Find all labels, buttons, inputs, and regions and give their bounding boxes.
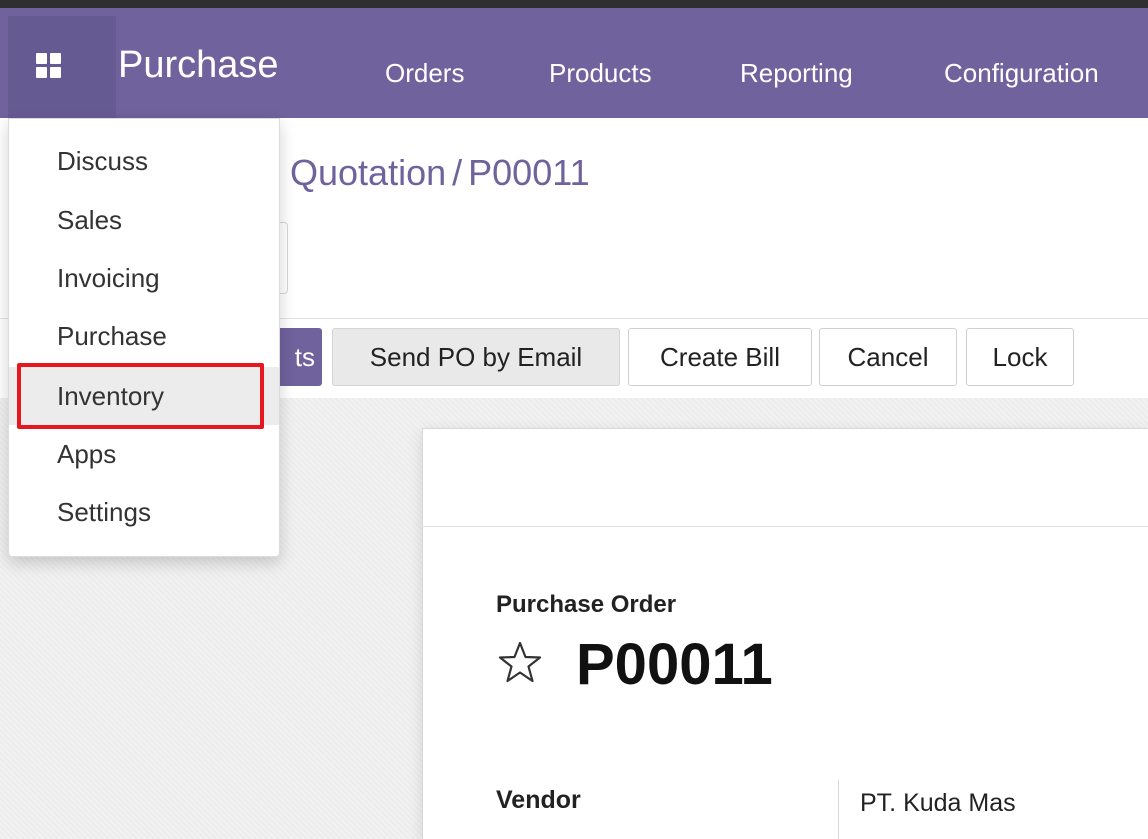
create-bill-label: Create Bill: [660, 341, 780, 372]
grid-icon: [36, 53, 61, 78]
inventory-highlight-annotation: [17, 363, 264, 429]
vendor-divider: [838, 780, 839, 839]
app-item-settings[interactable]: Settings: [9, 483, 279, 541]
app-item-discuss[interactable]: Discuss: [9, 132, 279, 190]
top-navbar: Purchase Orders Products Reporting Confi…: [0, 0, 1148, 126]
document-type-label: Purchase Order: [496, 591, 677, 618]
app-item-apps[interactable]: Apps: [9, 425, 279, 483]
breadcrumb-parent[interactable]: Quotation: [290, 152, 446, 193]
menu-products[interactable]: Products: [549, 60, 652, 86]
document-number: P00011: [576, 632, 773, 697]
menu-orders[interactable]: Orders: [385, 60, 464, 86]
send-po-email-button[interactable]: Send PO by Email: [332, 328, 620, 386]
breadcrumb-separator: /: [452, 152, 463, 193]
app-item-invoicing[interactable]: Invoicing: [9, 249, 279, 307]
lock-button[interactable]: Lock: [966, 328, 1074, 386]
vendor-label: Vendor: [496, 786, 581, 814]
sheet-divider: [422, 526, 1148, 527]
apps-dropdown-menu: Discuss Sales Invoicing Purchase Invento…: [8, 118, 280, 557]
app-brand[interactable]: Purchase: [118, 46, 279, 84]
breadcrumb-current: P00011: [468, 152, 590, 193]
lock-label: Lock: [992, 341, 1048, 372]
create-bill-button[interactable]: Create Bill: [628, 328, 812, 386]
cancel-label: Cancel: [847, 341, 929, 372]
menu-configuration[interactable]: Configuration: [944, 60, 1099, 86]
app-item-purchase[interactable]: Purchase: [9, 307, 279, 365]
form-sheet: [422, 428, 1148, 839]
app-item-sales[interactable]: Sales: [9, 191, 279, 249]
cancel-button[interactable]: Cancel: [819, 328, 957, 386]
primary-action-label: ts: [294, 341, 315, 372]
send-po-email-label: Send PO by Email: [369, 341, 583, 372]
app-switcher-button[interactable]: [8, 16, 116, 126]
star-outline-icon[interactable]: [494, 637, 546, 689]
menu-reporting[interactable]: Reporting: [740, 60, 853, 86]
vendor-field[interactable]: PT. Kuda Mas: [860, 791, 1016, 816]
breadcrumb: Quotation / P00011: [290, 155, 590, 191]
